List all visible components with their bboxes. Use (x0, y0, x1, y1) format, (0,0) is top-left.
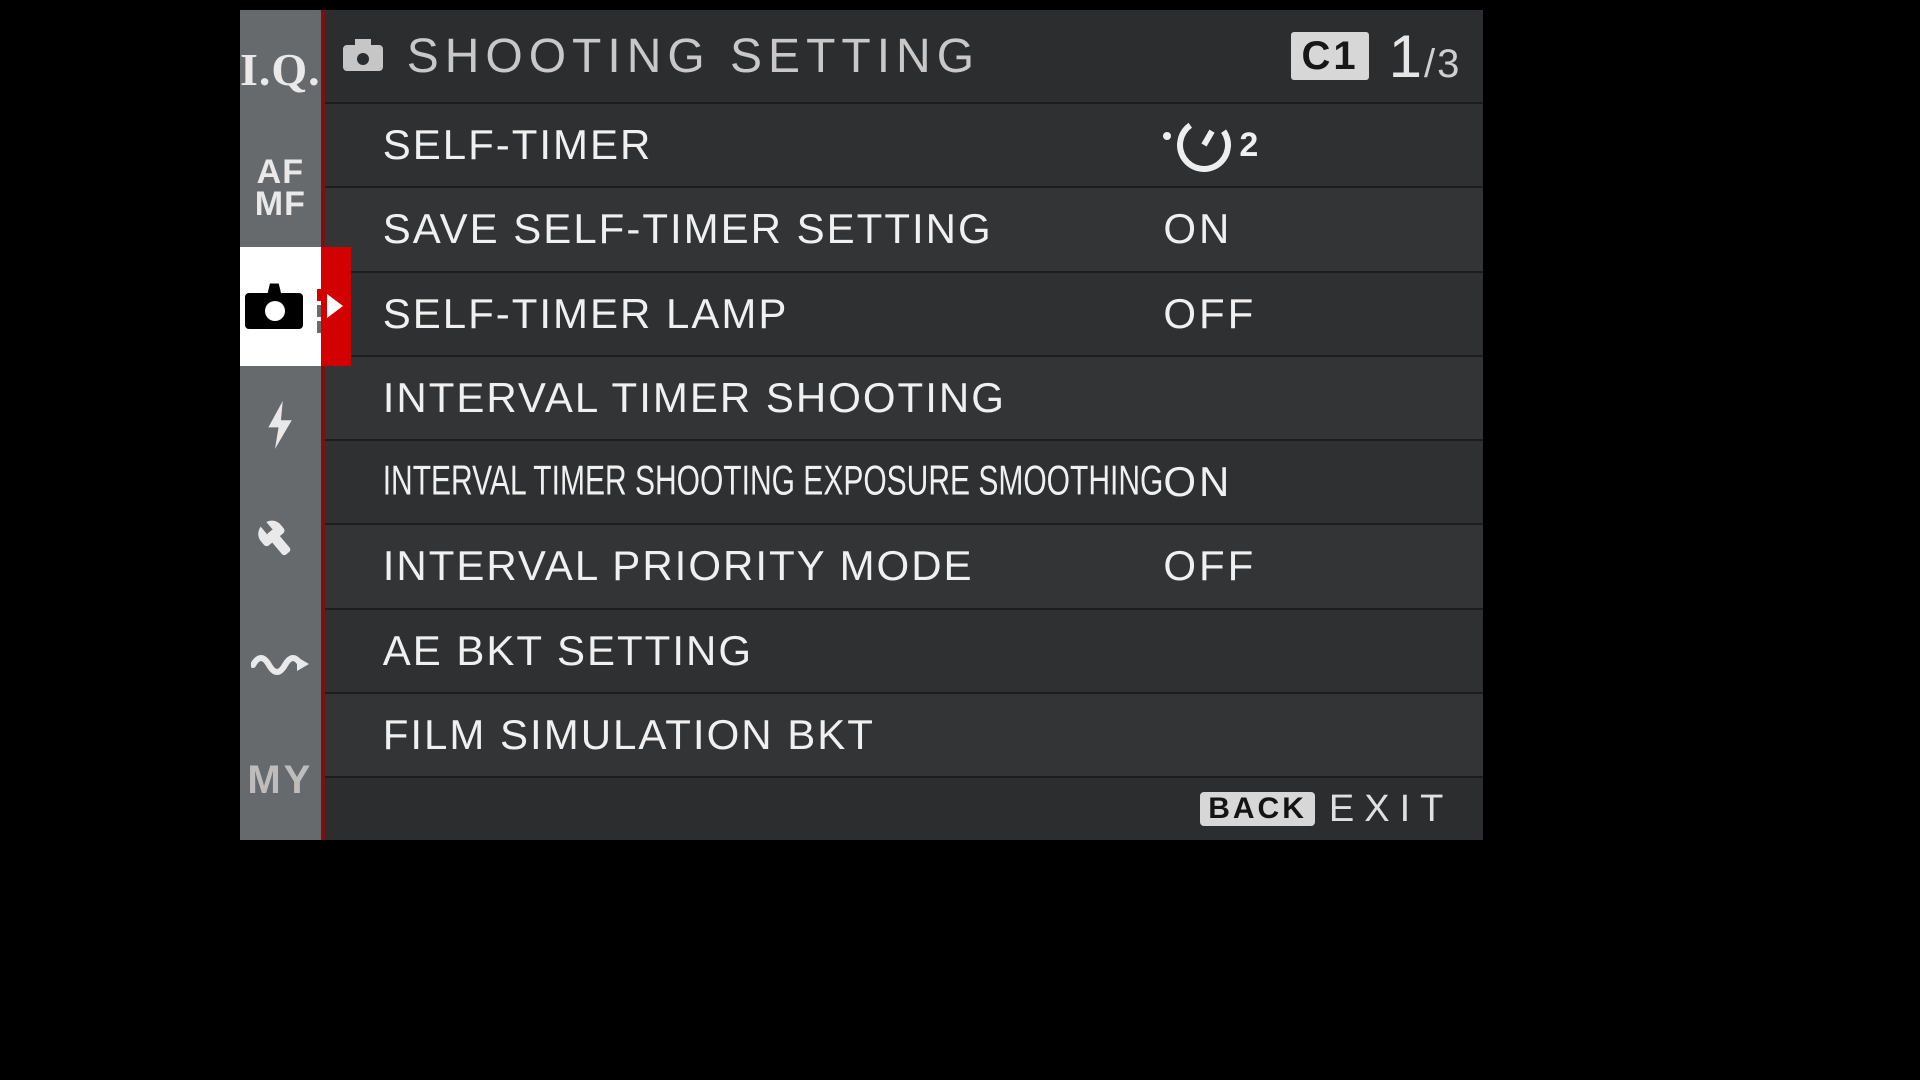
tab-my-menu[interactable]: MY (240, 721, 321, 840)
tab-label: I.Q. (240, 43, 321, 96)
selftimer-seconds: 2 (1239, 126, 1261, 165)
tab-image-quality[interactable]: I.Q. (240, 10, 321, 129)
tab-shooting-setting[interactable] (240, 247, 321, 366)
menu-item-value: OFF (1163, 290, 1453, 338)
tab-af-mf[interactable]: AF MF (240, 129, 321, 248)
camera-menu-screen: I.Q. AF MF MY (240, 10, 1440, 840)
menu-item-label: FILM SIMULATION BKT (383, 711, 1164, 759)
menu-item-self-timer[interactable]: SELF-TIMER 2 (325, 102, 1484, 186)
page-sep: / (1424, 42, 1437, 86)
menu-item-film-simulation-bkt[interactable]: FILM SIMULATION BKT (325, 692, 1484, 776)
camera-icon (245, 283, 315, 329)
page-indicator: 1/3 (1389, 22, 1462, 91)
menu-item-label: AE BKT SETTING (383, 627, 1164, 675)
menu-footer: BACK EXIT (325, 776, 1484, 840)
menu-main-panel: SHOOTING SETTING C1 1/3 SELF-TIMER 2 SAV… (325, 10, 1484, 840)
menu-item-value: 2 (1163, 118, 1453, 172)
menu-sidebar: I.Q. AF MF MY (240, 10, 325, 840)
selftimer-icon (1173, 114, 1236, 177)
menu-item-label: SELF-TIMER (383, 121, 1164, 169)
menu-item-interval-timer-shooting[interactable]: INTERVAL TIMER SHOOTING (325, 355, 1484, 439)
menu-item-value: OFF (1163, 542, 1453, 590)
menu-item-self-timer-lamp[interactable]: SELF-TIMER LAMP OFF (325, 271, 1484, 355)
squiggle-arrow-icon (251, 647, 309, 677)
menu-item-interval-exposure-smoothing[interactable]: INTERVAL TIMER SHOOTING EXPOSURE SMOOTHI… (325, 439, 1484, 523)
tab-movie[interactable] (240, 603, 321, 722)
menu-item-label: INTERVAL PRIORITY MODE (383, 542, 1164, 590)
custom-bank-badge: C1 (1291, 32, 1368, 80)
menu-item-save-self-timer[interactable]: SAVE SELF-TIMER SETTING ON (325, 186, 1484, 270)
flash-icon (265, 401, 295, 449)
menu-item-label: INTERVAL TIMER SHOOTING (383, 374, 1164, 422)
page-title: SHOOTING SETTING (407, 29, 1272, 84)
wrench-icon (252, 515, 308, 571)
menu-item-label: SELF-TIMER LAMP (383, 290, 1164, 338)
menu-item-value: ON (1163, 458, 1453, 506)
back-button[interactable]: BACK (1200, 792, 1315, 826)
tab-setup[interactable] (240, 484, 321, 603)
menu-item-interval-priority-mode[interactable]: INTERVAL PRIORITY MODE OFF (325, 523, 1484, 607)
menu-rows: SELF-TIMER 2 SAVE SELF-TIMER SETTING ON … (325, 102, 1484, 776)
menu-item-ae-bkt-setting[interactable]: AE BKT SETTING (325, 608, 1484, 692)
menu-item-label: INTERVAL TIMER SHOOTING EXPOSURE SMOOTHI… (383, 458, 1164, 506)
menu-header: SHOOTING SETTING C1 1/3 (325, 10, 1484, 102)
page-total: 3 (1437, 42, 1461, 86)
menu-item-label: SAVE SELF-TIMER SETTING (383, 205, 1164, 253)
tab-label-bottom: MF (255, 188, 306, 220)
menu-item-value: ON (1163, 205, 1453, 253)
tab-label-top: AF (257, 156, 304, 188)
tab-flash[interactable] (240, 366, 321, 485)
camera-icon (343, 39, 387, 73)
page-current: 1 (1389, 23, 1424, 90)
tab-label: MY (247, 758, 313, 803)
selftimer-icon (1163, 132, 1171, 140)
caret-right-icon (327, 294, 343, 318)
exit-label: EXIT (1329, 788, 1453, 831)
